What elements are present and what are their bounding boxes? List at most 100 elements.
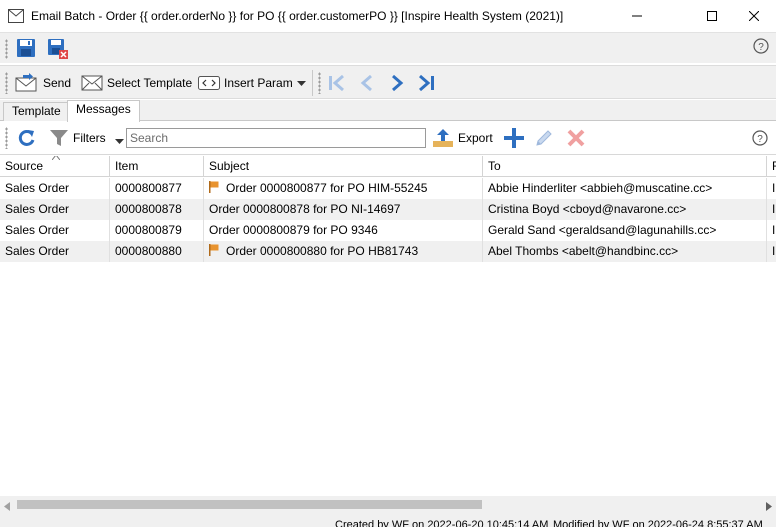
first-record-button[interactable] [327,73,347,96]
insert-param-dropdown[interactable] [297,76,306,90]
cell-item: 0000800878 [110,199,204,220]
delete-button[interactable] [566,128,586,151]
cell-subject: Order 0000800879 for PO 9346 [204,220,483,241]
tab-messages-label: Messages [76,102,131,116]
horizontal-scrollbar[interactable] [0,496,776,513]
filters-dropdown[interactable] [115,134,124,148]
flag-icon [209,244,219,257]
select-template-button[interactable]: Select Template [81,72,192,94]
column-header-label: Subject [209,159,250,173]
tab-template[interactable]: Template [3,102,70,121]
modified-info: Modified by WF on 2022-06-24 8:55:37 AM [553,519,763,527]
table-row[interactable]: Sales Order 0000800878 Order 0000800878 … [0,199,776,220]
scroll-left-button[interactable] [4,500,10,514]
send-button[interactable]: Send [15,72,71,94]
column-header-from[interactable]: F [767,156,776,177]
cell-to: Gerald Sand <geraldsand@lagunahills.cc> [483,220,767,241]
help-icon: ? [752,130,768,146]
cell-item: 0000800879 [110,220,204,241]
column-header-label: To [488,159,501,173]
table-row[interactable]: Sales Order 0000800880 Order 0000800880 … [0,241,776,262]
export-icon [433,129,453,147]
refresh-icon [18,129,35,146]
last-record-icon [419,74,434,92]
toolbar-grip[interactable] [318,72,321,94]
insert-param-label: Insert Param [224,76,293,90]
save-close-icon [48,39,68,59]
cell-to: Cristina Boyd <cboyd@navarone.cc> [483,199,767,220]
insert-param-button[interactable]: Insert Param [198,72,293,94]
column-header-to[interactable]: To [483,156,767,177]
column-header-source[interactable]: Source [0,156,110,177]
maximize-button[interactable] [689,0,735,32]
cell-subject: Order 0000800880 for PO HB81743 [204,241,483,262]
cell-item: 0000800877 [110,178,204,199]
close-button[interactable] [731,0,776,32]
chevron-down-icon [115,139,124,144]
search-input[interactable] [126,128,426,148]
add-button[interactable] [503,127,525,152]
save-icon [17,39,35,57]
export-label: Export [458,131,493,145]
cell-to: Abbie Hinderliter <abbieh@muscatine.cc> [483,178,767,199]
cell-from: In [772,223,776,237]
help-button-grid[interactable]: ? [752,130,768,149]
action-toolbar: Send Select Template Insert Param [0,65,776,99]
cell-source: Sales Order [0,241,110,262]
scroll-right-icon [766,502,772,511]
cell-source: Sales Order [0,220,110,241]
tab-template-label: Template [12,104,61,118]
last-record-button[interactable] [416,73,436,96]
toolbar-grip[interactable] [5,72,8,94]
cell-subject-text: Order 0000800877 for PO HIM-55245 [226,181,428,195]
chevron-down-icon [297,81,306,86]
help-button-top[interactable]: ? [753,38,769,57]
plus-icon [504,128,524,148]
pencil-icon [536,130,552,146]
tab-messages[interactable]: Messages [67,100,140,122]
column-header-item[interactable]: Item [110,156,204,177]
delete-x-icon [567,129,585,147]
cell-subject: Order 0000800878 for PO NI-14697 [204,199,483,220]
table-row[interactable]: Sales Order 0000800877 Order 0000800877 … [0,178,776,199]
filter-icon [50,130,68,146]
send-label: Send [43,76,72,90]
cell-from: In [772,202,776,216]
minimize-button[interactable] [614,0,660,32]
messages-grid: Source Item Subject To F Sales Order 000… [0,156,776,496]
flag-icon [209,181,219,194]
scroll-right-button[interactable] [766,500,772,514]
cell-from: In [772,181,776,195]
window-title: Email Batch - Order {{ order.orderNo }} … [31,9,564,23]
filters-label: Filters [73,131,106,145]
send-email-icon [15,73,37,92]
minimize-icon [632,15,642,17]
export-button[interactable]: Export [432,127,493,149]
title-bar: Email Batch - Order {{ order.orderNo }} … [0,0,776,32]
tab-strip: Template Messages [0,100,776,122]
svg-text:?: ? [757,134,763,145]
cell-subject: Order 0000800877 for PO HIM-55245 [204,178,483,199]
help-icon: ? [753,38,769,54]
save-and-close-button[interactable] [47,38,69,63]
insert-param-icon [198,76,220,90]
cell-source: Sales Order [0,178,110,199]
table-row[interactable]: Sales Order 0000800879 Order 0000800879 … [0,220,776,241]
column-header-subject[interactable]: Subject [204,156,483,177]
previous-record-button[interactable] [357,73,377,96]
scroll-left-icon [4,502,10,511]
cell-source: Sales Order [0,199,110,220]
select-template-label: Select Template [107,76,193,90]
save-button[interactable] [16,38,36,61]
status-bar: Created by WF on 2022-06-20 10:45:14 AM … [0,513,776,527]
maximize-icon [707,11,717,21]
refresh-button[interactable] [17,128,37,151]
toolbar-grip[interactable] [5,39,8,59]
scrollbar-thumb[interactable] [17,500,482,509]
next-record-button[interactable] [387,73,407,96]
filters-button[interactable]: Filters [49,127,106,149]
svg-text:?: ? [758,42,764,53]
toolbar-grip[interactable] [5,127,8,149]
edit-button[interactable] [534,128,554,151]
previous-icon [360,74,372,92]
